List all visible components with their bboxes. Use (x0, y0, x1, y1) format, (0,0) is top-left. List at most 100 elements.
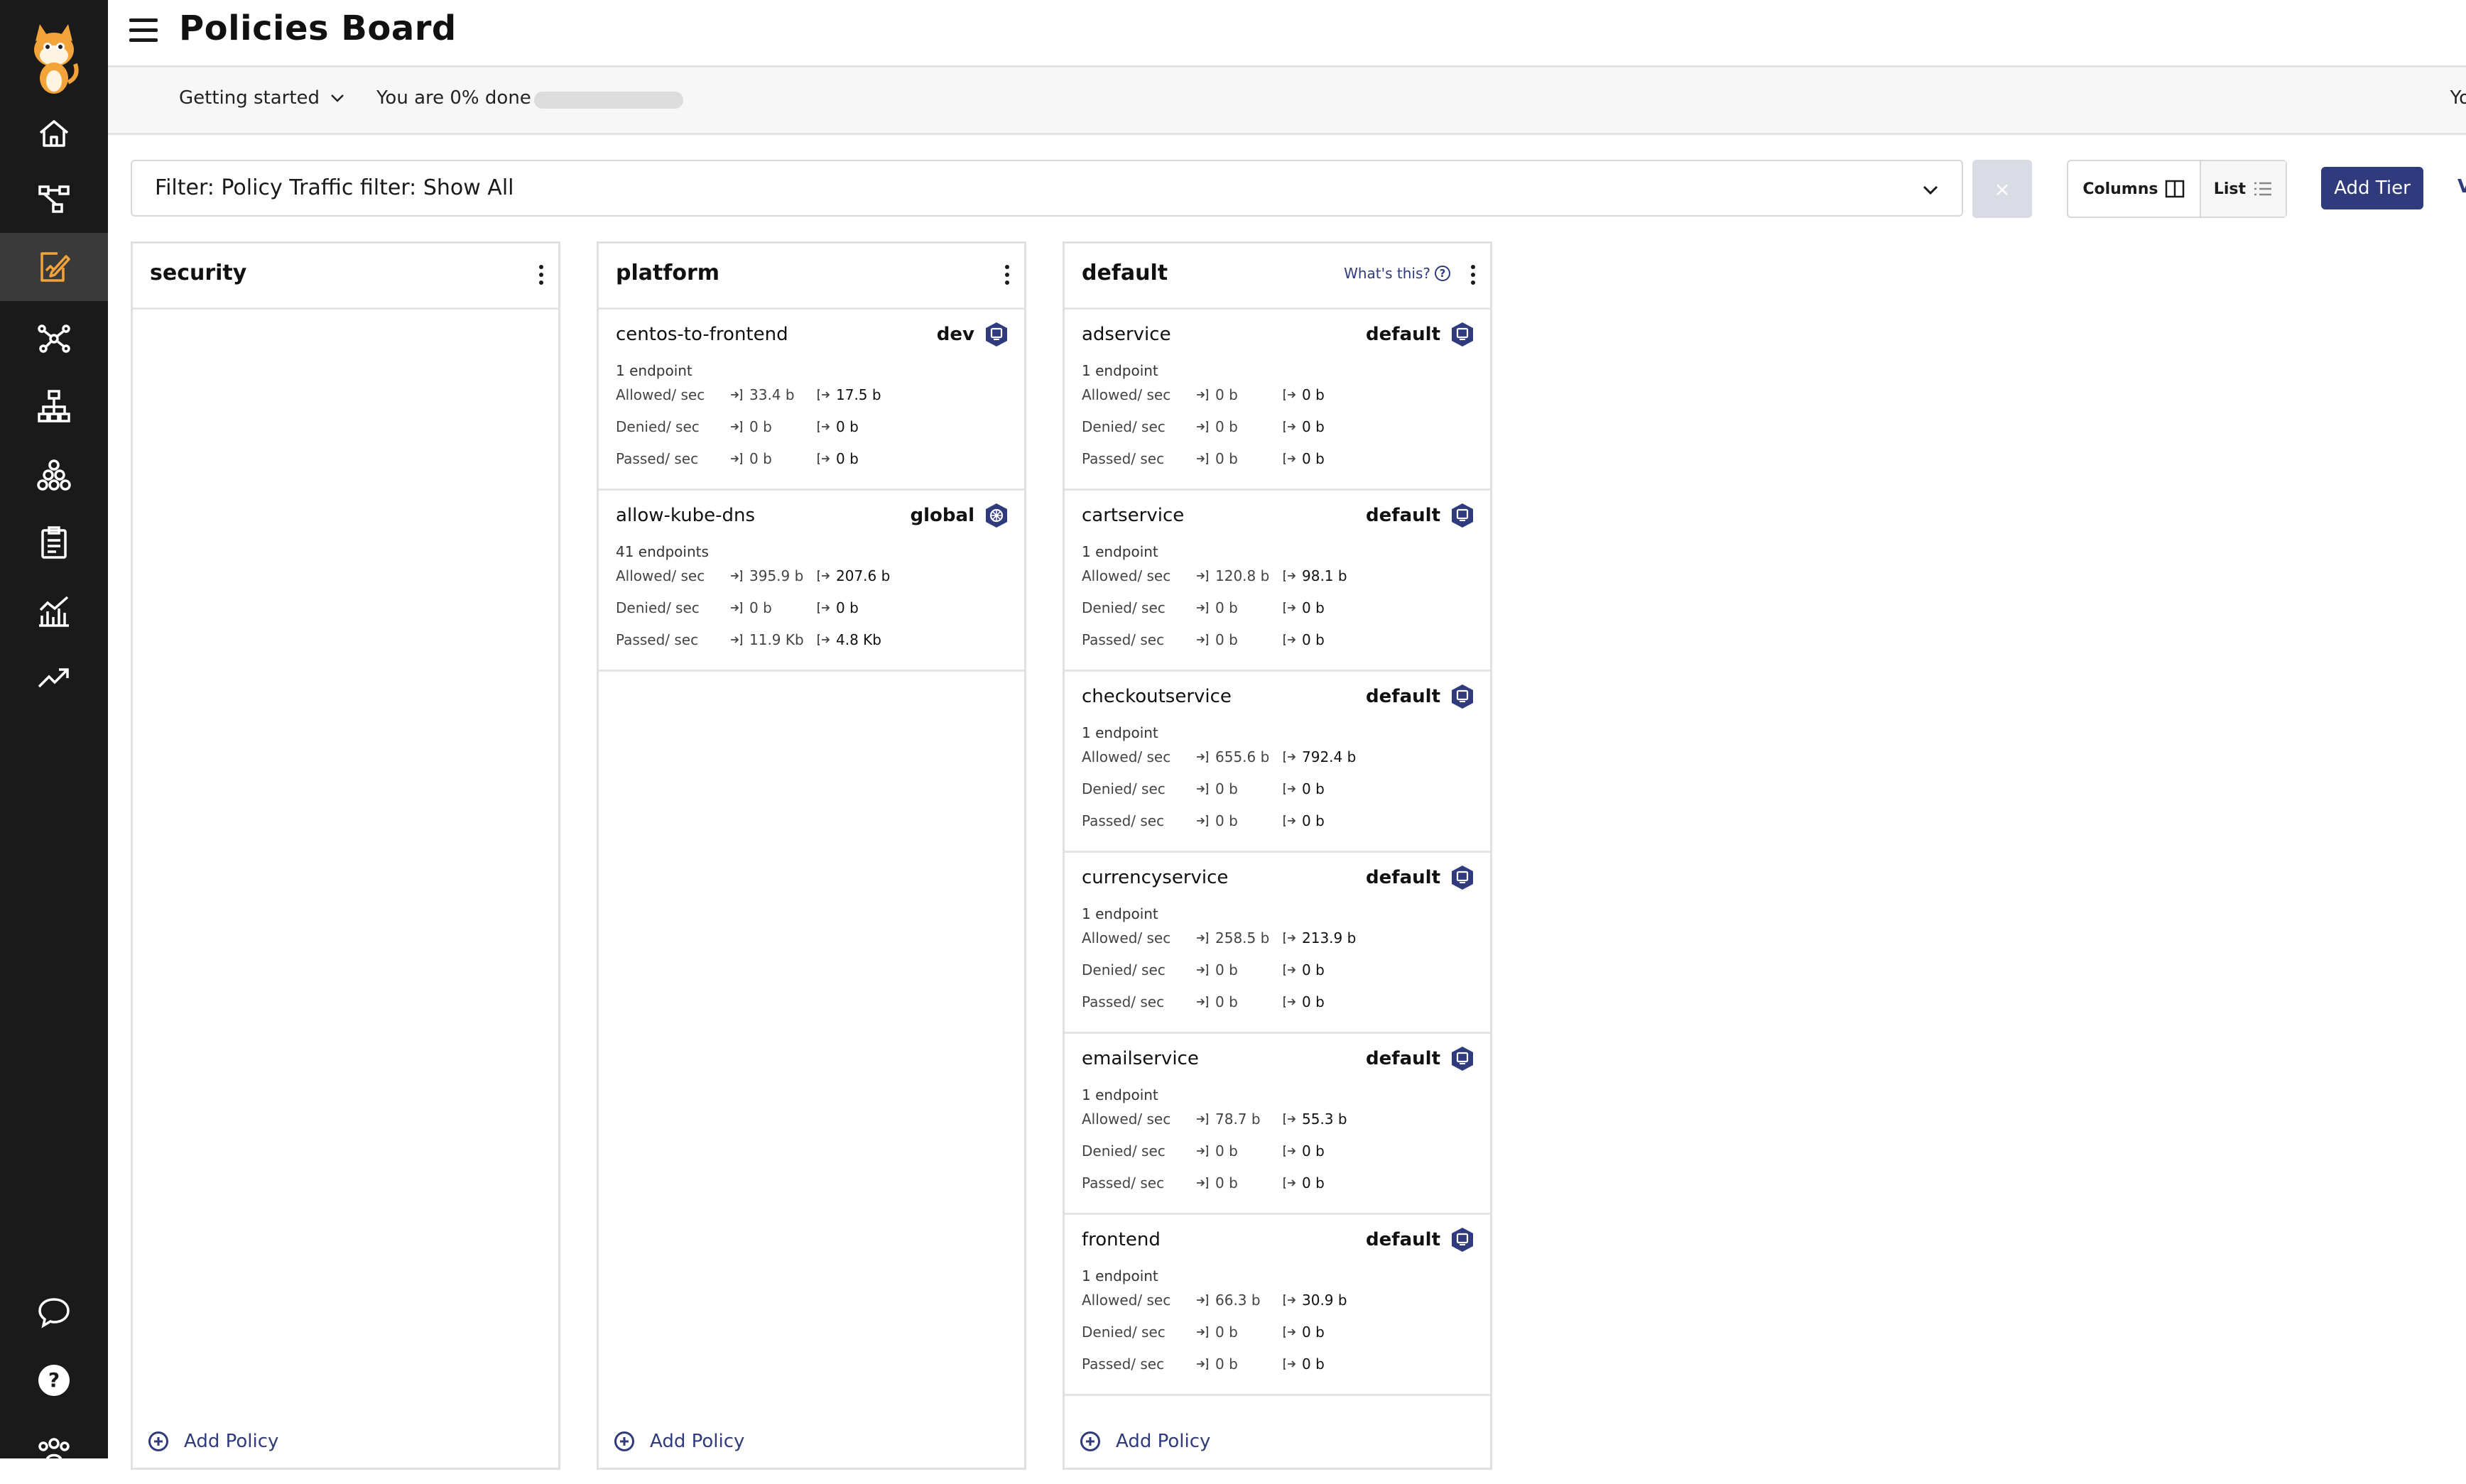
policy-name: adservice (1082, 324, 1171, 345)
stat-egress: 0 b (1282, 599, 1325, 616)
stat-ingress-value: 66.3 b (1215, 1292, 1261, 1309)
policy-card[interactable]: adservice default 1 endpoint Allowed/ se… (1065, 310, 1490, 491)
add-policy-button[interactable]: Add Policy (614, 1431, 744, 1452)
nav-network[interactable] (0, 304, 108, 372)
policies-icon (40, 252, 70, 282)
stat-ingress: 0 b (1195, 631, 1238, 648)
stat-egress-value: 0 b (1302, 993, 1325, 1010)
clear-filter-button[interactable]: × (1972, 160, 2032, 218)
policy-card[interactable]: frontend default 1 endpoint Allowed/ sec… (1065, 1215, 1490, 1396)
ingress-icon (1197, 1326, 1208, 1338)
ingress-icon (1197, 815, 1208, 826)
hamburger-menu-icon[interactable] (129, 18, 158, 44)
stat-label: Allowed/ sec (1082, 929, 1171, 946)
svg-text:?: ? (48, 1368, 60, 1392)
policy-name: centos-to-frontend (616, 324, 788, 345)
stat-egress-value: 0 b (1302, 450, 1325, 467)
namespace-label: default (1366, 505, 1440, 526)
policy-card[interactable]: cartservice default 1 endpoint Allowed/ … (1065, 491, 1490, 672)
nav-service-graph[interactable] (0, 165, 108, 233)
chevron-down-icon (331, 94, 344, 102)
policy-card[interactable]: centos-to-frontend dev 1 endpoint Allowe… (599, 310, 1024, 491)
stat-egress: 17.5 b (816, 386, 881, 403)
policy-card[interactable]: allow-kube-dns global 41 endpoints Allow… (599, 491, 1024, 672)
stat-ingress-value: 258.5 b (1215, 929, 1270, 946)
question-icon: ? (1435, 266, 1450, 281)
policy-endpoints: 41 endpoints (616, 543, 709, 560)
trend-icon (38, 668, 69, 688)
stat-egress-value: 0 b (836, 418, 859, 435)
stat-egress: 0 b (1282, 961, 1325, 978)
tier-menu-icon[interactable] (537, 265, 545, 289)
page-title: Policies Board (179, 9, 457, 48)
add-circle-icon (614, 1431, 634, 1451)
namespace-icon (1452, 503, 1473, 528)
egress-icon (1283, 570, 1296, 582)
service-graph-icon (38, 185, 70, 213)
nav-help[interactable]: ? (0, 1346, 108, 1414)
stat-label: Allowed/ sec (616, 386, 705, 403)
nav-endpoints[interactable] (0, 440, 108, 508)
stat-egress: 98.1 b (1282, 567, 1347, 584)
stat-ingress: 0 b (1195, 961, 1238, 978)
stat-label: Allowed/ sec (1082, 567, 1171, 584)
stat-label: Allowed/ sec (1082, 1292, 1171, 1309)
stat-ingress-value: 0 b (1215, 1324, 1238, 1341)
progress-text: You are 0% done (376, 87, 531, 109)
egress-icon (818, 453, 830, 464)
nav-policies[interactable] (0, 233, 108, 301)
ingress-icon (1197, 602, 1208, 613)
policy-endpoints: 1 endpoint (1082, 724, 1158, 741)
nav-team[interactable] (0, 1416, 108, 1484)
stat-ingress-value: 33.4 b (749, 386, 795, 403)
namespace-icon (986, 322, 1007, 347)
stat-egress: 0 b (1282, 993, 1325, 1010)
columns-icon (2166, 180, 2185, 198)
getting-started-dropdown[interactable]: Getting started (179, 87, 345, 109)
tier-menu-icon[interactable] (1469, 265, 1477, 289)
stat-ingress-value: 78.7 b (1215, 1111, 1261, 1128)
tier-name: platform (616, 261, 720, 285)
tier-column-platform: platform centos-to-frontend dev 1 endpoi… (597, 241, 1026, 1470)
cat-logo-icon[interactable] (26, 20, 82, 98)
egress-icon (818, 389, 830, 400)
list-view-button[interactable]: List (2200, 161, 2286, 217)
ingress-icon (1197, 932, 1208, 944)
ingress-icon (1197, 421, 1208, 432)
nav-chat[interactable] (0, 1278, 108, 1346)
policy-card[interactable]: currencyservice default 1 endpoint Allow… (1065, 853, 1490, 1034)
nav-hierarchy[interactable] (0, 372, 108, 440)
stat-ingress-value: 0 b (1215, 1142, 1238, 1160)
stat-egress-value: 0 b (1302, 599, 1325, 616)
global-icon (986, 503, 1007, 528)
add-policy-button[interactable]: Add Policy (1080, 1431, 1210, 1452)
stat-egress-value: 0 b (836, 450, 859, 467)
policy-card[interactable]: checkoutservice default 1 endpoint Allow… (1065, 672, 1490, 853)
stat-egress: 0 b (816, 418, 859, 435)
tier-menu-icon[interactable] (1003, 265, 1011, 289)
add-policy-button[interactable]: Add Policy (148, 1431, 278, 1452)
ingress-icon (731, 389, 742, 400)
stat-label: Allowed/ sec (616, 567, 705, 584)
stat-label: Passed/ sec (1082, 1355, 1165, 1373)
policy-namespace: default (1366, 683, 1476, 710)
policy-namespace: default (1366, 1226, 1476, 1253)
nav-clipboard[interactable] (0, 508, 108, 577)
add-tier-button[interactable]: Add Tier (2321, 167, 2423, 209)
team-icon (38, 1438, 70, 1461)
stat-egress: 0 b (1282, 418, 1325, 435)
whats-this-link[interactable]: What's this? ? (1344, 265, 1450, 282)
tier-header: default What's this? ? (1065, 244, 1490, 310)
stat-label: Passed/ sec (616, 631, 699, 648)
nav-home[interactable] (0, 99, 108, 168)
stat-label: Denied/ sec (1082, 780, 1166, 797)
stat-ingress: 0 b (1195, 386, 1238, 403)
nav-trends[interactable] (0, 643, 108, 711)
policy-filter-select[interactable]: Filter: Policy Traffic filter: Show All (131, 160, 1963, 217)
stat-label: Passed/ sec (1082, 812, 1165, 829)
stat-egress: 0 b (1282, 1324, 1325, 1341)
namespace-label: default (1366, 1048, 1440, 1069)
columns-view-button[interactable]: Columns (2068, 161, 2201, 217)
nav-dashboards[interactable] (0, 577, 108, 645)
policy-card[interactable]: emailservice default 1 endpoint Allowed/… (1065, 1034, 1490, 1215)
